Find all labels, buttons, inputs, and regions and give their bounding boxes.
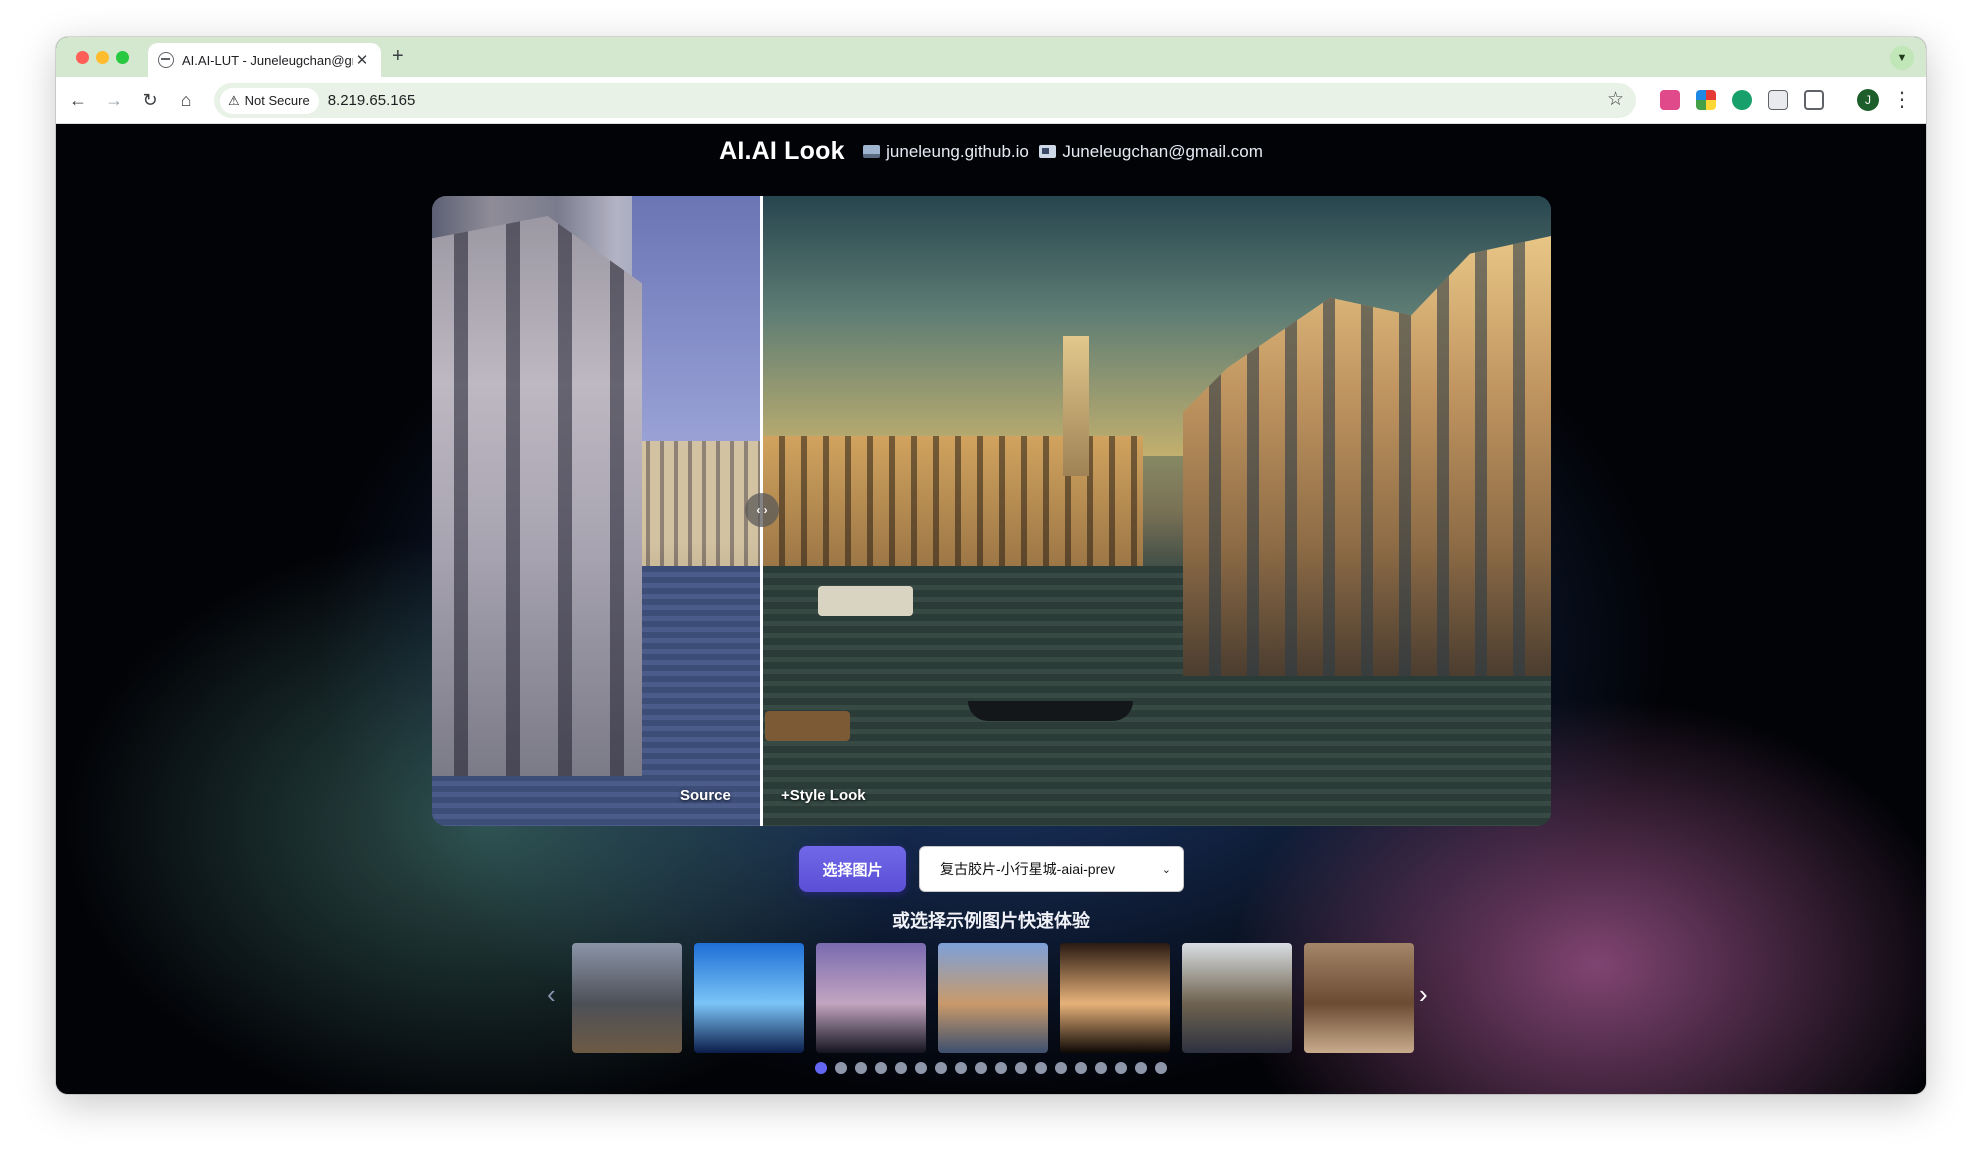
pagination-dot[interactable]: [955, 1062, 967, 1074]
pagination-dot[interactable]: [975, 1062, 987, 1074]
pagination-dot[interactable]: [875, 1062, 887, 1074]
pagination-dot[interactable]: [915, 1062, 927, 1074]
browser-toolbar: ← → ↻ ⌂ ⚠ Not Secure 8.219.65.165 ☆ J ⋮: [56, 77, 1926, 124]
chevron-down-icon: ⌄: [1161, 863, 1171, 876]
home-icon[interactable]: ⌂: [174, 88, 198, 112]
styled-image: [763, 196, 1551, 826]
browser-window: AI.AI-LUT - Juneleugchan@gmail.com ✕ + ▼…: [56, 37, 1926, 1094]
source-image: [432, 196, 761, 826]
before-after-viewer[interactable]: ‹ › Source +Style Look: [432, 196, 1551, 826]
pagination-dot[interactable]: [995, 1062, 1007, 1074]
sample-thumbnail-woman-window[interactable]: [1182, 943, 1292, 1053]
minimize-window-button[interactable]: [96, 51, 109, 64]
bookmark-star-icon[interactable]: ☆: [1607, 88, 1624, 111]
pagination-dot[interactable]: [1115, 1062, 1127, 1074]
profile-avatar[interactable]: J: [1857, 89, 1879, 111]
security-label: Not Secure: [244, 93, 310, 108]
tab-close-icon[interactable]: ✕: [353, 51, 371, 69]
pagination-dot[interactable]: [835, 1062, 847, 1074]
sample-thumbnail-blue-spiral[interactable]: [694, 943, 804, 1053]
style-select[interactable]: 复古胶片-小行星城-aiai-prev ⌄: [919, 846, 1184, 892]
extensions-puzzle-icon[interactable]: [1804, 90, 1824, 110]
pagination-dot[interactable]: [1055, 1062, 1067, 1074]
new-tab-button[interactable]: +: [392, 45, 404, 68]
carousel-prev-icon[interactable]: ‹: [547, 979, 556, 1010]
sample-thumbnail-candle-portrait[interactable]: [1060, 943, 1170, 1053]
security-chip[interactable]: ⚠ Not Secure: [220, 87, 319, 114]
color-picker-extension-icon[interactable]: [1696, 90, 1716, 110]
pagination-dot[interactable]: [1095, 1062, 1107, 1074]
site-text: juneleung.github.io: [886, 141, 1029, 161]
tab-search-icon[interactable]: ▼: [1890, 46, 1914, 70]
source-label: Source: [680, 787, 731, 804]
grammarly-extension-icon[interactable]: [1732, 90, 1752, 110]
browser-menu-icon[interactable]: ⋮: [1892, 87, 1912, 112]
reload-icon[interactable]: ↻: [138, 88, 162, 112]
globe-icon: [158, 52, 174, 68]
translate-extension-icon[interactable]: [1660, 90, 1680, 110]
tab-strip: AI.AI-LUT - Juneleugchan@gmail.com ✕ + ▼: [56, 37, 1926, 77]
pagination-dot[interactable]: [815, 1062, 827, 1074]
controls-row: 选择图片 复古胶片-小行星城-aiai-prev ⌄: [56, 846, 1926, 892]
tab-title: AI.AI-LUT - Juneleugchan@gmail.com: [182, 52, 353, 68]
browser-tab-active[interactable]: AI.AI-LUT - Juneleugchan@gmail.com ✕: [148, 43, 381, 77]
style-select-value: 复古胶片-小行星城-aiai-prev: [940, 861, 1116, 877]
sample-thumbnail-dirt-bike[interactable]: [1304, 943, 1414, 1053]
document-extension-icon[interactable]: [1768, 90, 1788, 110]
pagination-dot[interactable]: [895, 1062, 907, 1074]
style-look-label: +Style Look: [781, 787, 866, 804]
pagination-dot[interactable]: [1015, 1062, 1027, 1074]
page-content: AI.AI Look juneleung.github.io Juneleugc…: [56, 125, 1926, 1094]
email-icon: [1039, 144, 1057, 158]
pagination-dot[interactable]: [1075, 1062, 1087, 1074]
sample-thumbnail-silhouette-sunset[interactable]: [816, 943, 926, 1053]
pagination-dot[interactable]: [935, 1062, 947, 1074]
close-window-button[interactable]: [76, 51, 89, 64]
back-icon[interactable]: ←: [66, 88, 90, 112]
choose-image-button[interactable]: 选择图片: [799, 846, 906, 892]
email-text: Juneleugchan@gmail.com: [1062, 141, 1263, 161]
brand-title: AI.AI Look: [719, 137, 845, 165]
carousel-pagination: [56, 1062, 1926, 1076]
pagination-dot[interactable]: [1135, 1062, 1147, 1074]
address-bar[interactable]: ⚠ Not Secure 8.219.65.165 ☆: [214, 83, 1636, 118]
sample-carousel: ‹ ›: [56, 943, 1926, 1055]
warning-triangle-icon: ⚠: [228, 92, 240, 108]
carousel-next-icon[interactable]: ›: [1419, 979, 1428, 1010]
url-text[interactable]: 8.219.65.165: [328, 92, 416, 109]
compare-handle-icon[interactable]: ‹ ›: [745, 493, 779, 527]
sample-hint: 或选择示例图片快速体验: [892, 911, 1090, 931]
site-link[interactable]: juneleung.github.io: [863, 142, 1029, 161]
page-header: AI.AI Look juneleung.github.io Juneleugc…: [56, 137, 1926, 166]
email-link[interactable]: Juneleugchan@gmail.com: [1039, 142, 1263, 161]
sample-thumbnail-venice-canal[interactable]: [938, 943, 1048, 1053]
laptop-icon: [863, 144, 881, 158]
forward-icon[interactable]: →: [102, 88, 126, 112]
pagination-dot[interactable]: [855, 1062, 867, 1074]
pagination-dot[interactable]: [1035, 1062, 1047, 1074]
zoom-window-button[interactable]: [116, 51, 129, 64]
sample-thumbnail-graffiti-building[interactable]: [572, 943, 682, 1053]
pagination-dot[interactable]: [1155, 1062, 1167, 1074]
